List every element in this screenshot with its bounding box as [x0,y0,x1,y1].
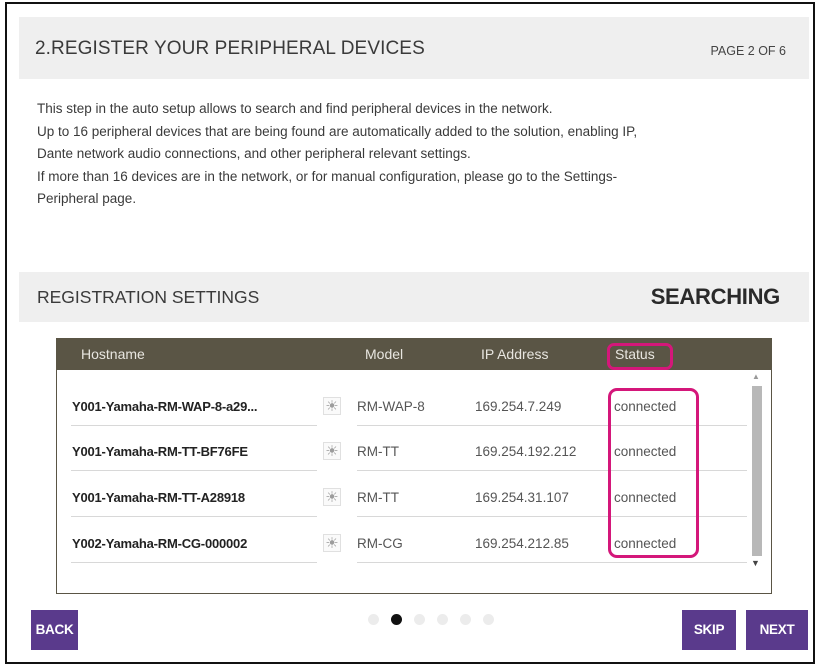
model-cell: RM-CG [357,536,403,551]
skip-button[interactable]: SKIP [682,610,736,650]
row-divider [357,562,747,563]
ip-address-cell: 169.254.7.249 [475,399,562,414]
table-scrollbar[interactable]: ▲ ▼ [748,372,764,578]
column-header-model[interactable]: Model [365,346,403,362]
registration-settings-title: REGISTRATION SETTINGS [37,287,260,307]
hostname-cell: Y002-Yamaha-RM-CG-000002 [72,536,248,551]
intro-line: This step in the auto setup allows to se… [37,101,553,116]
row-divider [71,562,317,563]
model-cell: RM-TT [357,490,399,505]
intro-line: Peripheral page. [37,191,137,206]
hostname-cell: Y001-Yamaha-RM-TT-BF76FE [72,444,248,459]
ip-address-cell: 169.254.31.107 [475,490,569,505]
page-title: 2.REGISTER YOUR PERIPHERAL DEVICES [35,38,425,59]
page-dot[interactable] [460,614,471,625]
hostname-cell: Y001-Yamaha-RM-TT-A28918 [72,490,245,505]
intro-text: This step in the auto setup allows to se… [37,98,787,211]
ip-address-cell: 169.254.192.212 [475,444,577,459]
scroll-thumb[interactable] [752,386,762,556]
intro-line: Dante network audio connections, and oth… [37,146,471,161]
page-dot[interactable] [368,614,379,625]
scroll-up-icon[interactable]: ▲ [752,372,760,381]
sun-icon[interactable]: ☀ [323,397,341,415]
page-dot[interactable] [414,614,425,625]
row-divider [71,470,317,471]
hostname-cell: Y001-Yamaha-RM-WAP-8-a29... [72,399,258,414]
sun-icon[interactable]: ☀ [323,488,341,506]
page-dot[interactable] [437,614,448,625]
search-status-label: SEARCHING [650,284,781,309]
page-indicator: PAGE 2 OF 6 [710,44,787,58]
status-header-highlight [607,343,673,370]
column-header-hostname[interactable]: Hostname [81,346,145,362]
connected-status-highlight [608,388,699,558]
model-cell: RM-TT [357,444,399,459]
back-button[interactable]: BACK [31,610,78,650]
devices-table: Hostname Model IP Address Status Y001-Ya… [56,338,772,594]
ip-address-cell: 169.254.212.85 [475,536,569,551]
row-divider [71,425,317,426]
intro-line: Up to 16 peripheral devices that are bei… [37,123,638,139]
sun-icon[interactable]: ☀ [323,534,341,552]
sun-icon[interactable]: ☀ [323,442,341,460]
page-dot[interactable] [483,614,494,625]
scroll-down-icon[interactable]: ▼ [751,558,760,568]
intro-line: If more than 16 devices are in the netwo… [37,168,618,184]
row-divider [71,516,317,517]
page-dot-current[interactable] [391,614,402,625]
column-header-ip-address[interactable]: IP Address [481,346,548,362]
next-button[interactable]: NEXT [746,610,808,650]
model-cell: RM-WAP-8 [357,399,425,414]
